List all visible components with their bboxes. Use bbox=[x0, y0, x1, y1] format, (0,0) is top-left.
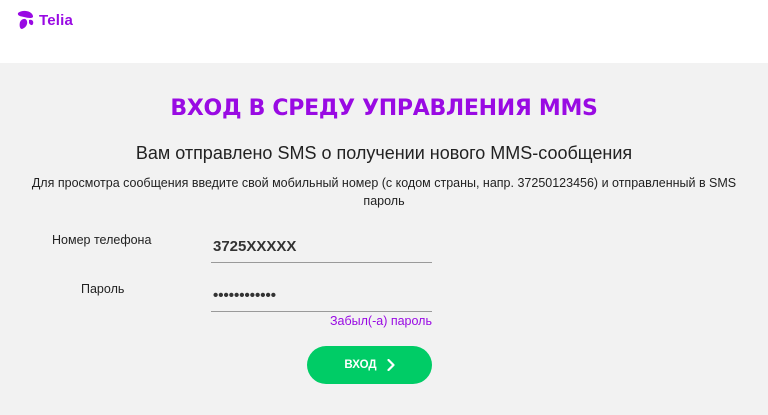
phone-input[interactable] bbox=[211, 231, 432, 263]
password-label: Пароль bbox=[81, 282, 125, 296]
login-button[interactable]: ВХОД bbox=[307, 346, 432, 384]
forgot-password-link[interactable]: Забыл(-а) пароль bbox=[330, 314, 432, 328]
chevron-right-icon bbox=[387, 359, 395, 371]
telia-logo[interactable]: Telia bbox=[14, 9, 73, 31]
login-button-label: ВХОД bbox=[344, 359, 377, 371]
logo-text: Telia bbox=[39, 11, 74, 29]
instructions-text: Для просмотра сообщения введите свой моб… bbox=[31, 176, 737, 208]
header: Telia bbox=[0, 0, 768, 63]
telia-pebble-icon bbox=[14, 9, 36, 31]
phone-label: Номер телефона bbox=[52, 233, 152, 247]
page-subtitle: Вам отправлено SMS о получении нового MM… bbox=[135, 143, 633, 163]
password-input[interactable] bbox=[211, 280, 432, 312]
page-title: ВХОД В СРЕДУ УПРАВЛЕНИЯ MMS bbox=[170, 96, 598, 121]
